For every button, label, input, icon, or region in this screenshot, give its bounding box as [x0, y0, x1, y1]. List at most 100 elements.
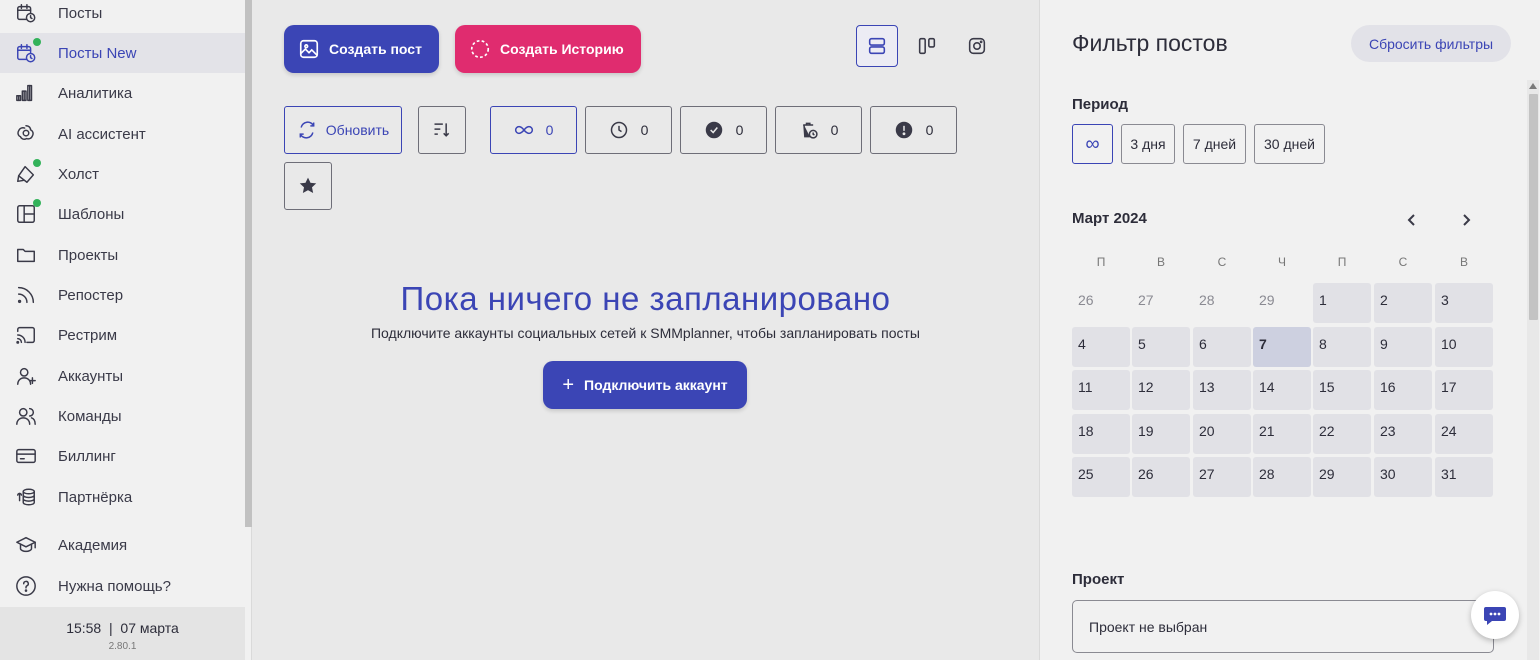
- calendar-day[interactable]: 17: [1435, 370, 1493, 410]
- scrollbar-thumb[interactable]: [1529, 94, 1538, 320]
- sidebar-scrollbar[interactable]: [245, 0, 252, 527]
- sidebar-item-accounts[interactable]: Аккаунты: [0, 356, 245, 396]
- sidebar-item-analytics[interactable]: Аналитика: [0, 73, 245, 113]
- connect-account-button[interactable]: + Подключить аккаунт: [543, 361, 747, 409]
- calendar-day[interactable]: 28: [1253, 457, 1311, 497]
- panel-scrollbar[interactable]: [1527, 80, 1539, 660]
- calendar-day[interactable]: 13: [1193, 370, 1251, 410]
- calendar-day[interactable]: 27: [1193, 457, 1251, 497]
- calendar-day[interactable]: 20: [1193, 414, 1251, 454]
- filter-all-button[interactable]: 0: [490, 106, 577, 154]
- period-30days-button[interactable]: 30 дней: [1254, 124, 1325, 164]
- create-story-button[interactable]: Создать Историю: [455, 25, 641, 73]
- refresh-icon: [299, 121, 315, 139]
- calendar-day[interactable]: 21: [1253, 414, 1311, 454]
- create-post-button[interactable]: Создать пост: [284, 25, 439, 73]
- calendar-day[interactable]: 9: [1374, 327, 1432, 367]
- bar-chart-icon: [14, 81, 38, 105]
- sidebar-item-teams[interactable]: Команды: [0, 396, 245, 436]
- sidebar: Посты Посты New Аналитика AI ассистент Х…: [0, 0, 252, 660]
- weekday-label: П: [1337, 255, 1347, 269]
- calendar-day[interactable]: 3: [1435, 283, 1493, 323]
- calendar-day[interactable]: 12: [1132, 370, 1190, 410]
- calendar-day[interactable]: 5: [1132, 327, 1190, 367]
- sidebar-item-templates[interactable]: Шаблоны: [0, 194, 245, 234]
- weekday-label: С: [1398, 255, 1408, 269]
- instagram-view-button[interactable]: [956, 25, 998, 67]
- filter-deleted-button[interactable]: 0: [775, 106, 862, 154]
- sidebar-item-label: Академия: [58, 536, 128, 554]
- calendar-day[interactable]: 22: [1313, 414, 1371, 454]
- calendar-day[interactable]: 24: [1435, 414, 1493, 454]
- chevron-left-icon: [1407, 214, 1415, 226]
- calendar-day[interactable]: 19: [1132, 414, 1190, 454]
- filter-title: Фильтр постов: [1072, 30, 1228, 56]
- calendar-day[interactable]: 16: [1374, 370, 1432, 410]
- calendar-day[interactable]: 29: [1313, 457, 1371, 497]
- calendar-day[interactable]: 26: [1072, 283, 1130, 323]
- reset-filters-button[interactable]: Сбросить фильтры: [1351, 25, 1511, 62]
- period-all-button[interactable]: ∞: [1072, 124, 1113, 164]
- calendar-day[interactable]: 31: [1435, 457, 1493, 497]
- calendar-day[interactable]: 30: [1374, 457, 1432, 497]
- board-view-icon: [918, 37, 936, 55]
- support-chat-button[interactable]: [1471, 591, 1519, 639]
- sidebar-item-posts-new[interactable]: Посты New: [0, 33, 245, 73]
- ai-assistant-icon: [14, 122, 38, 146]
- sidebar-item-label: Проекты: [58, 246, 119, 264]
- sidebar-item-help[interactable]: Нужна помощь?: [0, 566, 245, 606]
- calendar-day[interactable]: 1: [1313, 283, 1371, 323]
- sort-icon: [434, 123, 450, 137]
- calendar-day[interactable]: 7: [1253, 327, 1311, 367]
- refresh-label: Обновить: [325, 122, 390, 138]
- sidebar-item-label: Посты New: [58, 44, 137, 62]
- filter-published-button[interactable]: 0: [680, 106, 767, 154]
- calendar-day[interactable]: 25: [1072, 457, 1130, 497]
- calendar-day[interactable]: 11: [1072, 370, 1130, 410]
- check-circle-icon: [705, 121, 722, 139]
- project-select[interactable]: Проект не выбран: [1072, 600, 1494, 653]
- list-view-button[interactable]: [856, 25, 898, 67]
- calendar-day[interactable]: 29: [1253, 283, 1311, 323]
- filter-errors-button[interactable]: 0: [870, 106, 957, 154]
- create-post-label: Создать пост: [329, 41, 422, 57]
- project-label: Проект: [1072, 571, 1125, 588]
- prev-month-button[interactable]: [1400, 208, 1424, 232]
- calendar-day[interactable]: 26: [1132, 457, 1190, 497]
- sidebar-item-projects[interactable]: Проекты: [0, 235, 245, 275]
- calendar-day[interactable]: 23: [1374, 414, 1432, 454]
- calendar-day[interactable]: 18: [1072, 414, 1130, 454]
- scroll-up-arrow[interactable]: [1529, 83, 1537, 89]
- sidebar-item-partners[interactable]: Партнёрка: [0, 477, 245, 517]
- calendar-day[interactable]: 8: [1313, 327, 1371, 367]
- calendar-day[interactable]: 27: [1132, 283, 1190, 323]
- period-3days-button[interactable]: 3 дня: [1121, 124, 1175, 164]
- empty-state-subtitle: Подключите аккаунты социальных сетей к S…: [370, 325, 920, 341]
- filter-scheduled-button[interactable]: 0: [585, 106, 672, 154]
- calendar-day[interactable]: 6: [1193, 327, 1251, 367]
- next-month-button[interactable]: [1454, 208, 1478, 232]
- calendar-day[interactable]: 10: [1435, 327, 1493, 367]
- calendar-day[interactable]: 4: [1072, 327, 1130, 367]
- create-story-label: Создать Историю: [500, 41, 624, 57]
- sidebar-item-reposter[interactable]: Репостер: [0, 275, 245, 315]
- calendar-day[interactable]: 14: [1253, 370, 1311, 410]
- sidebar-item-posts[interactable]: Посты: [0, 0, 245, 33]
- period-7days-button[interactable]: 7 дней: [1183, 124, 1246, 164]
- favorites-button[interactable]: [284, 162, 332, 210]
- calendar-month: Март 2024: [1072, 210, 1147, 227]
- sidebar-item-ai-assistant[interactable]: AI ассистент: [0, 114, 245, 154]
- board-view-button[interactable]: [906, 25, 948, 67]
- sidebar-item-canvas[interactable]: Холст: [0, 154, 245, 194]
- refresh-button[interactable]: Обновить: [284, 106, 402, 154]
- sidebar-item-label: Аккаунты: [58, 367, 124, 385]
- clock-icon: [610, 121, 627, 139]
- calendar-day[interactable]: 15: [1313, 370, 1371, 410]
- calendar-day[interactable]: 28: [1193, 283, 1251, 323]
- period-label: Период: [1072, 96, 1128, 113]
- sidebar-item-restream[interactable]: Рестрим: [0, 315, 245, 355]
- calendar-day[interactable]: 2: [1374, 283, 1432, 323]
- sidebar-item-academy[interactable]: Академия: [0, 525, 245, 565]
- sidebar-item-billing[interactable]: Биллинг: [0, 436, 245, 476]
- sort-button[interactable]: [418, 106, 466, 154]
